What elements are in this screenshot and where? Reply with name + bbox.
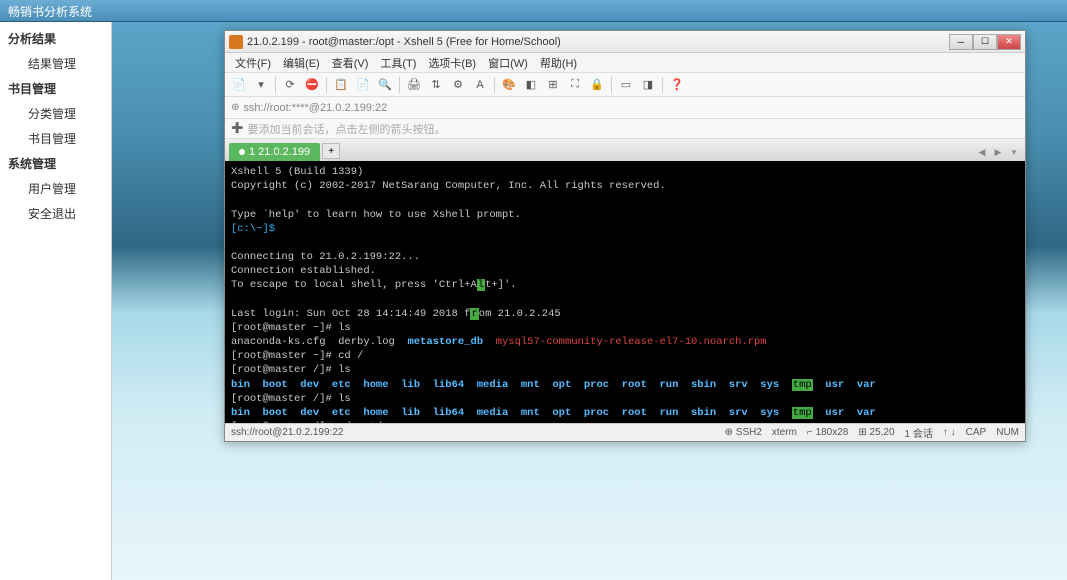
tab-prev-icon[interactable]: ◀ xyxy=(975,145,989,159)
status-pos: ⊞ 25,20 xyxy=(858,427,894,438)
new-session-icon[interactable]: 📄 xyxy=(229,76,249,94)
color-icon[interactable]: 🎨 xyxy=(499,76,519,94)
sidebar-item-result-mgmt[interactable]: 结果管理 xyxy=(0,51,111,76)
toolbar: 📄 ▾ ⟳ ⛔ 📋 📄 🔍 🖨 ⇅ ⚙ A 🎨 ◧ ⊞ ⛶ 🔒 xyxy=(225,73,1025,97)
sidebar-item-safe-exit[interactable]: 安全退出 xyxy=(0,201,111,226)
status-term: xterm xyxy=(772,427,797,438)
find-icon[interactable]: 🔍 xyxy=(375,76,395,94)
font-icon[interactable]: A xyxy=(470,76,490,94)
tool1-icon[interactable]: ◧ xyxy=(521,76,541,94)
status-indicators: ↑ ↓ xyxy=(943,427,956,438)
tool2-icon[interactable]: ⊞ xyxy=(543,76,563,94)
dropdown-icon[interactable]: ▾ xyxy=(251,76,271,94)
tool3-icon[interactable]: ▭ xyxy=(616,76,636,94)
tab-add-button[interactable]: + xyxy=(322,143,340,159)
tab-bar: 1 21.0.2.199 + ◀ ▶ ▾ xyxy=(225,139,1025,161)
paste-icon[interactable]: 📄 xyxy=(353,76,373,94)
menu-tools[interactable]: 工具(T) xyxy=(374,53,422,73)
hint-text: 要添加当前会话，点击左侧的箭头按钮。 xyxy=(247,121,445,137)
help-icon[interactable]: ❓ xyxy=(667,76,687,94)
sidebar-cat-analysis: 分析结果 xyxy=(0,26,111,51)
menu-help[interactable]: 帮助(H) xyxy=(534,53,583,73)
window-titlebar[interactable]: 21.0.2.199 - root@master:/opt - Xshell 5… xyxy=(225,31,1025,53)
app-title: 畅销书分析系统 xyxy=(8,5,92,19)
properties-icon[interactable]: ⚙ xyxy=(448,76,468,94)
sidebar-item-category-mgmt[interactable]: 分类管理 xyxy=(0,101,111,126)
address-text: ssh://root:****@21.0.2.199:22 xyxy=(243,102,387,114)
desktop: 21.0.2.199 - root@master:/opt - Xshell 5… xyxy=(112,22,1067,580)
status-protocol: ⊕ SSH2 xyxy=(725,427,762,438)
xshell-window: 21.0.2.199 - root@master:/opt - Xshell 5… xyxy=(224,30,1026,442)
hint-bar: ➕ 要添加当前会话，点击左侧的箭头按钮。 xyxy=(225,119,1025,139)
reconnect-icon[interactable]: ⟳ xyxy=(280,76,300,94)
disconnect-icon[interactable]: ⛔ xyxy=(302,76,322,94)
app-icon xyxy=(229,35,243,49)
menu-file[interactable]: 文件(F) xyxy=(229,53,277,73)
hint-icon[interactable]: ➕ xyxy=(231,123,243,134)
status-sessions: 1 会话 xyxy=(905,425,933,440)
print-icon[interactable]: 🖨 xyxy=(404,76,424,94)
menu-edit[interactable]: 编辑(E) xyxy=(277,53,326,73)
tab-label: 1 21.0.2.199 xyxy=(249,146,310,158)
sidebar-item-book-mgmt[interactable]: 书目管理 xyxy=(0,126,111,151)
window-title: 21.0.2.199 - root@master:/opt - Xshell 5… xyxy=(247,36,949,48)
tab-next-icon[interactable]: ▶ xyxy=(991,145,1005,159)
maximize-button[interactable]: ☐ xyxy=(973,34,997,50)
minimize-button[interactable]: ─ xyxy=(949,34,973,50)
sidebar-cat-book: 书目管理 xyxy=(0,76,111,101)
status-connection: ssh://root@21.0.2.199:22 xyxy=(231,427,715,438)
copy-icon[interactable]: 📋 xyxy=(331,76,351,94)
status-num: NUM xyxy=(996,427,1019,438)
sidebar: 分析结果 结果管理 书目管理 分类管理 书目管理 系统管理 用户管理 安全退出 xyxy=(0,22,112,580)
transfer-icon[interactable]: ⇅ xyxy=(426,76,446,94)
menu-tabs[interactable]: 选项卡(B) xyxy=(422,53,482,73)
close-button[interactable]: ✕ xyxy=(997,34,1021,50)
lock-icon[interactable]: 🔒 xyxy=(587,76,607,94)
status-bar: ssh://root@21.0.2.199:22 ⊕ SSH2 xterm ⌐ … xyxy=(225,423,1025,441)
menu-window[interactable]: 窗口(W) xyxy=(482,53,534,73)
status-size: ⌐ 180x28 xyxy=(807,427,848,438)
fullscreen-icon[interactable]: ⛶ xyxy=(565,76,585,94)
status-cap: CAP xyxy=(966,427,987,438)
address-icon: ⊕ xyxy=(231,102,239,113)
terminal[interactable]: Xshell 5 (Build 1339) Copyright (c) 2002… xyxy=(225,161,1025,423)
sidebar-cat-system: 系统管理 xyxy=(0,151,111,176)
tab-status-dot xyxy=(239,149,245,155)
menu-view[interactable]: 查看(V) xyxy=(326,53,375,73)
tab-menu-icon[interactable]: ▾ xyxy=(1007,145,1021,159)
address-bar[interactable]: ⊕ ssh://root:****@21.0.2.199:22 xyxy=(225,97,1025,119)
tab-session-1[interactable]: 1 21.0.2.199 xyxy=(229,143,320,161)
app-titlebar: 畅销书分析系统 xyxy=(0,0,1067,22)
sidebar-item-user-mgmt[interactable]: 用户管理 xyxy=(0,176,111,201)
tool4-icon[interactable]: ◨ xyxy=(638,76,658,94)
menubar: 文件(F) 编辑(E) 查看(V) 工具(T) 选项卡(B) 窗口(W) 帮助(… xyxy=(225,53,1025,73)
